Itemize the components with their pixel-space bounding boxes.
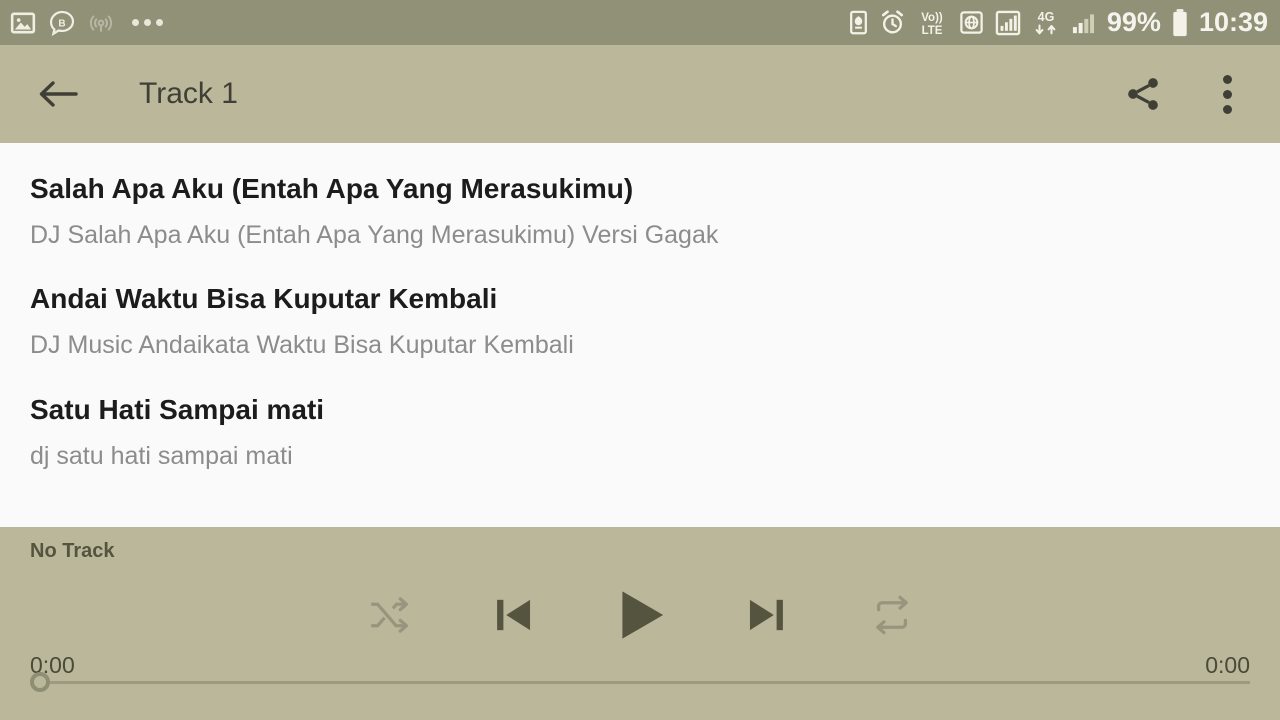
4g-data-icon: 4G <box>1031 8 1061 37</box>
bbm-chat-icon: B <box>48 9 76 37</box>
previous-button[interactable] <box>478 579 550 651</box>
battery-icon <box>1170 8 1190 38</box>
next-button[interactable] <box>730 579 802 651</box>
alarm-clock-icon <box>879 9 906 36</box>
now-playing-label: No Track <box>30 540 115 562</box>
kebab-icon <box>1222 74 1232 114</box>
list-item[interactable]: Andai Waktu Bisa Kuputar Kembali DJ Musi… <box>0 267 1280 377</box>
track-title: Satu Hati Sampai mati <box>30 393 325 425</box>
app-bar: Track 1 <box>0 45 1280 143</box>
share-button[interactable] <box>1116 67 1170 121</box>
track-subtitle: DJ Music Andaikata Waktu Bisa Kuputar Ke… <box>30 331 574 360</box>
seek-bar-track <box>46 680 1250 684</box>
wifi-hotspot-icon <box>88 10 114 36</box>
signal-bars-boxed-icon <box>994 9 1022 37</box>
status-bar-system-icons: Vo)) LTE 4G 99% 10:39 <box>847 8 1268 38</box>
play-button[interactable] <box>604 579 676 651</box>
track-subtitle: dj satu hati sampai mati <box>30 441 293 470</box>
image-icon <box>10 10 36 36</box>
status-bar: B Vo)) LTE 4G 99% 10:39 <box>0 0 1280 45</box>
track-list[interactable]: Salah Apa Aku (Entah Apa Yang Merasukimu… <box>0 143 1280 527</box>
repeat-button[interactable] <box>856 579 928 651</box>
seek-bar[interactable] <box>30 670 1250 694</box>
svg-text:LTE: LTE <box>921 25 942 37</box>
app-screen: B Vo)) LTE 4G 99% 10:39 Track 1 Salah Ap… <box>0 0 1280 720</box>
seek-bar-thumb[interactable] <box>30 672 50 692</box>
track-title: Salah Apa Aku (Entah Apa Yang Merasukimu… <box>30 173 634 204</box>
list-item[interactable]: Satu Hati Sampai mati dj satu hati sampa… <box>0 378 1280 488</box>
shuffle-button[interactable] <box>352 579 424 651</box>
sim-globe-icon <box>958 9 985 36</box>
volte-icon: Vo)) LTE <box>915 8 949 38</box>
clock-label: 10:39 <box>1198 7 1268 37</box>
battery-saver-icon <box>847 9 870 36</box>
svg-text:Vo)): Vo)) <box>921 12 943 24</box>
player-bar: No Track 0:00 0:00 <box>0 527 1280 720</box>
transport-controls <box>0 579 1280 651</box>
battery-percent-label: 99% <box>1106 7 1161 37</box>
status-bar-notifications: B <box>10 9 163 37</box>
signal-bars-icon <box>1070 9 1098 37</box>
more-notifications-icon <box>132 19 163 26</box>
page-title: Track 1 <box>139 77 238 110</box>
track-subtitle: DJ Salah Apa Aku (Entah Apa Yang Merasuk… <box>30 221 719 249</box>
list-item[interactable]: Salah Apa Aku (Entah Apa Yang Merasukimu… <box>0 157 1280 267</box>
svg-text:4G: 4G <box>1038 10 1055 24</box>
back-button[interactable] <box>34 70 82 118</box>
overflow-menu-button[interactable] <box>1200 67 1254 121</box>
svg-text:B: B <box>58 18 65 29</box>
track-title: Andai Waktu Bisa Kuputar Kembali <box>30 283 498 315</box>
